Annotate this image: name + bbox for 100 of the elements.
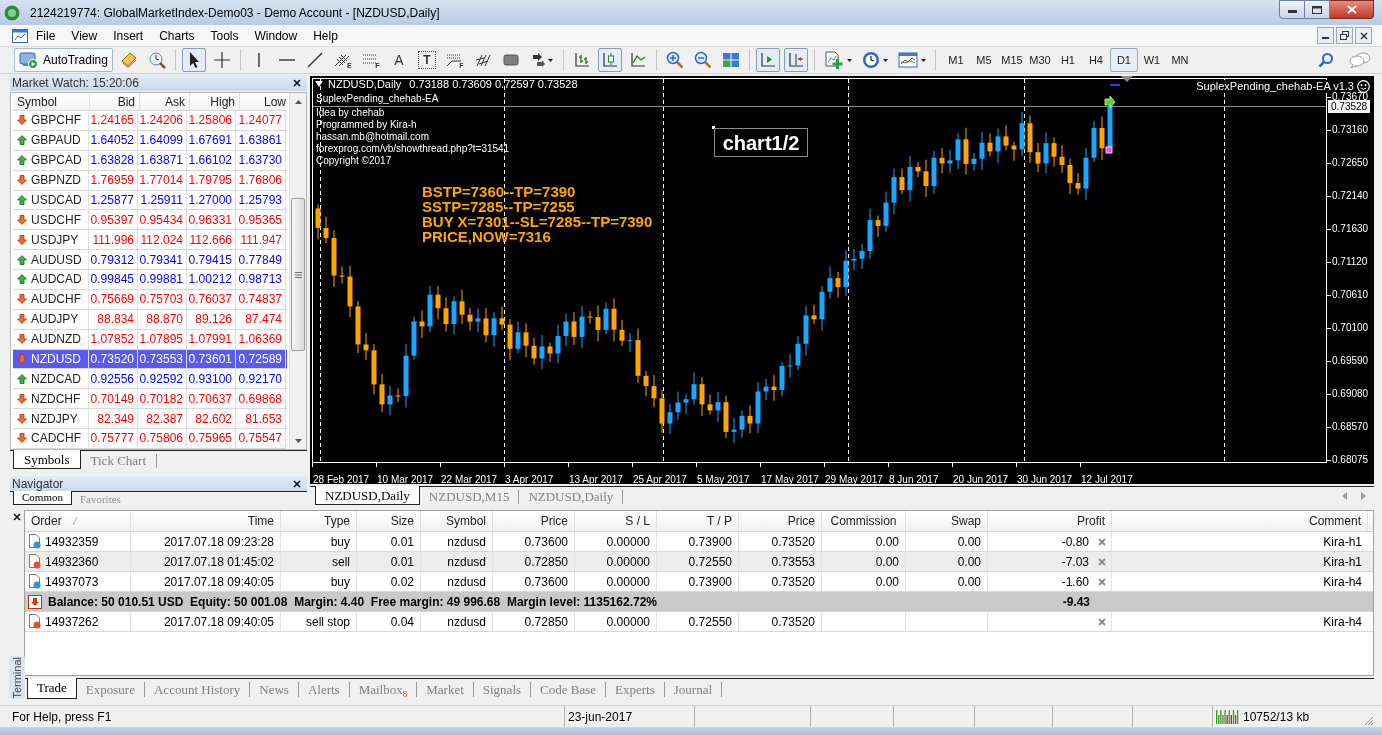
quote-row[interactable]: NZDUSD 0.73520 0.73553 0.73601 0.72589 [13,349,287,370]
child-restore-button[interactable] [1336,27,1353,44]
quote-row[interactable]: AUDCAD 0.99845 0.99881 1.00212 0.98713 [13,270,287,290]
autotrading-button[interactable]: AutoTrading [14,48,113,72]
price-cell: 0.95397 [89,210,138,230]
quote-row[interactable]: GBPAUD 1.64052 1.64099 1.67691 1.63861 [13,130,287,151]
table-row[interactable]: 14937262 2017.07.18 09:40:05 sell stop 0.04 nzdusd 0.72850 0.00000 0.72550 0.73520 Kira-h4 [25,612,1373,632]
quote-row[interactable]: NZDCAD 0.92556 0.92592 0.93100 0.92170 [13,369,287,390]
panel-tab[interactable]: Symbols [13,450,81,469]
timeframe-button[interactable]: H4 [1081,48,1110,72]
column-header[interactable]: T / P [706,512,732,530]
column-header[interactable]: Size [390,512,414,530]
minimize-button[interactable] [1279,0,1305,19]
column-header[interactable]: Price [787,512,815,530]
menu-item[interactable]: View [63,26,106,45]
terminal-tab[interactable]: News [250,679,298,700]
column-header[interactable]: Time [247,512,274,530]
scrollbar[interactable] [289,93,306,449]
quote-row[interactable]: AUDUSD 0.79312 0.79341 0.79415 0.77849 [13,250,287,270]
terminal-tab[interactable]: Alerts [298,679,349,700]
quote-row[interactable]: GBPCAD 1.63828 1.63871 1.66102 1.63730 [13,150,287,171]
quote-row[interactable]: AUDNZD 1.07852 1.07895 1.07991 1.06369 [13,329,287,350]
terminal-tab[interactable]: Journal [664,679,722,700]
cursor-button[interactable] [181,48,206,72]
panel-tab[interactable]: Common [13,491,72,505]
quote-row[interactable]: AUDJPY 88.834 88.870 89.126 87.474 [13,309,287,330]
expert-advisor-label: SuplexPending_chehab-EA v1.3 [1196,80,1354,93]
timeframe-button[interactable]: D1 [1109,48,1138,72]
chart-shift-button[interactable] [783,48,808,72]
chart-tab[interactable]: NZDUSD,M15 [419,487,519,506]
candlestick-button[interactable] [597,48,622,72]
terminal-tab[interactable]: Exposure [76,679,144,700]
shift-marker-icon[interactable] [1121,76,1133,82]
scroll-left-icon[interactable] [1342,492,1347,500]
price-cell: 1.64052 [89,130,138,150]
timeframe-button[interactable]: M15 [997,48,1026,72]
close-icon[interactable] [293,479,301,488]
menu-item[interactable]: Window [246,26,306,45]
menu-item[interactable]: Tools [202,26,247,45]
timeframe-button[interactable]: M5 [969,48,998,72]
column-header[interactable]: Swap [950,512,981,530]
timeframe-button[interactable]: MN [1165,48,1194,72]
quote-row[interactable]: NZDJPY 82.349 82.387 82.602 81.653 [13,409,287,429]
terminal-tab[interactable]: Code Base [531,679,606,700]
table-cell: 0.04 [357,612,421,631]
close-button[interactable] [1330,0,1374,19]
timeframe-button[interactable]: M1 [941,48,970,72]
terminal-tab[interactable]: Market [417,679,473,700]
terminal-tab[interactable]: Experts [606,679,664,700]
table-row[interactable]: 14937073 2017.07.18 09:40:05 buy 0.02 nzdusd 0.73600 0.00000 0.73900 0.73520 0.00 0.00 -1.60 Kira-h4 [25,572,1373,592]
column-header[interactable]: High [194,92,235,111]
timeframe-button[interactable]: M30 [1025,48,1054,72]
panel-tab[interactable]: Tick Chart [80,451,156,470]
terminal-tab[interactable]: Trade [27,678,77,699]
scroll-right-icon[interactable] [1361,492,1366,500]
quote-row[interactable]: AUDCHF 0.75669 0.75703 0.76037 0.74837 [13,289,287,310]
timeframe-button[interactable]: W1 [1137,48,1166,72]
column-header[interactable]: Comment [1309,512,1361,530]
search-button[interactable] [1316,50,1336,70]
ea-name: SuplexPending_chehab-EA [316,93,440,105]
profit-value: -1.60 [1061,573,1089,591]
maximize-button[interactable] [1305,0,1330,19]
chart-area[interactable] [310,76,1374,484]
terminal-tab[interactable]: Account History [144,679,250,700]
close-icon[interactable] [293,78,301,87]
column-header[interactable]: Order [31,512,62,530]
scrollbar-thumb[interactable] [291,198,305,351]
chart-tab[interactable]: NZDUSD,Daily [315,486,420,505]
quote-row[interactable]: GBPCHF 1.24165 1.24206 1.25806 1.24077 [13,111,287,131]
column-header[interactable]: Type [324,512,350,530]
child-minimize-button[interactable] [1317,27,1334,44]
table-row[interactable]: 14932359 2017.07.18 09:23:28 buy 0.01 nzdusd 0.73600 0.00000 0.73900 0.73520 0.00 0.00 -0.80 Kira-h1 [25,532,1373,552]
quote-row[interactable]: NZDCHF 0.70149 0.70182 0.70637 0.69868 [13,389,287,410]
column-header[interactable]: S / L [625,512,650,530]
menu-item[interactable]: Insert [105,26,152,45]
column-header[interactable]: Bid [94,92,135,111]
text-label-button[interactable]: T [417,51,436,69]
close-icon[interactable] [13,513,21,521]
column-header[interactable]: Price [540,512,568,530]
column-header[interactable]: Symbol [17,92,85,111]
menu-item[interactable]: File [28,26,64,45]
quote-row[interactable]: GBPNZD 1.76959 1.77014 1.79795 1.76806 [13,170,287,191]
chart-tab[interactable]: NZDUSD,Daily [519,487,623,506]
column-header[interactable]: Symbol [446,512,486,530]
timeframe-button[interactable]: H1 [1053,48,1082,72]
quote-row[interactable]: USDJPY 111.996 112.024 112.666 111.947 [13,230,287,251]
menu-item[interactable]: Charts [151,26,203,45]
text-tool-button[interactable]: A [386,48,411,72]
terminal-tab[interactable]: Signals [473,679,531,700]
quote-row[interactable]: USDCHF 0.95397 0.95434 0.96331 0.95365 [13,210,287,231]
column-header[interactable]: Low [244,92,286,111]
menu-item[interactable]: Help [305,26,346,45]
quote-row[interactable]: USDCAD 1.25877 1.25911 1.27000 1.25793 [13,190,287,211]
autoscroll-button[interactable] [755,48,780,72]
column-header[interactable]: Profit [1077,512,1105,530]
column-header[interactable]: Ask [144,92,185,111]
table-cell: nzdusd [421,572,493,591]
quote-row[interactable]: CADCHF 0.75777 0.75806 0.75965 0.75547 [13,429,287,449]
column-header[interactable]: Commission [830,512,897,530]
child-close-button[interactable] [1355,27,1372,44]
